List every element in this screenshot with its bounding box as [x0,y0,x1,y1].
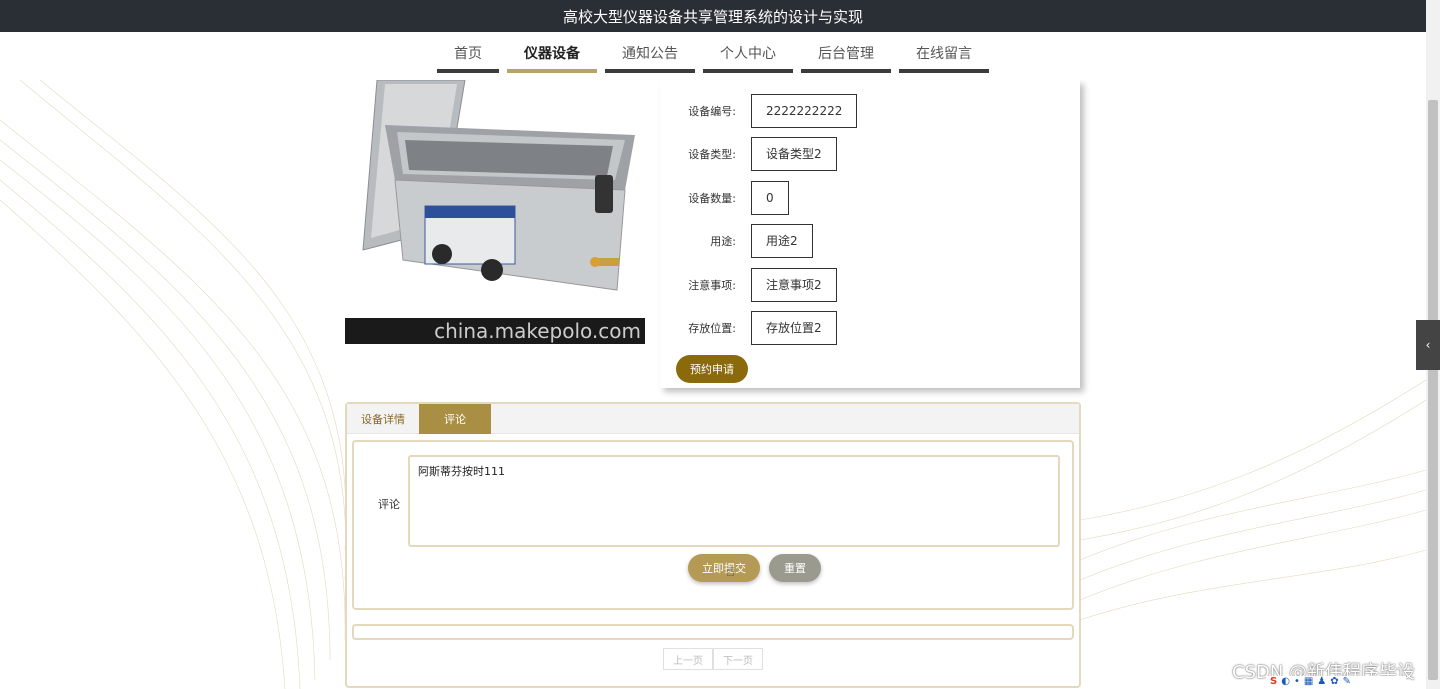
site-title: 高校大型仪器设备共享管理系统的设计与实现 [562,7,863,26]
ime-punct-icon: • [1293,676,1300,687]
scrollbar-thumb[interactable] [1428,100,1438,680]
detail-value-purpose: 用途2 [751,224,813,258]
ime-tools-icon: ✎ [1342,676,1352,687]
pagination: 上一页 下一页 [663,648,763,670]
comment-form: 评论 阿斯蒂芬按时111 立即提交 重置 ☝ [352,440,1074,610]
side-panel-toggle[interactable]: ‹ [1416,320,1440,370]
nav-item-messages[interactable]: 在线留言 [899,32,989,73]
detail-tabs-box: 设备详情 评论 评论 阿斯蒂芬按时111 立即提交 重置 ☝ 上一页 下一页 [345,402,1081,688]
ime-logo-icon: S [1270,676,1278,687]
reset-button[interactable]: 重置 [769,554,821,582]
detail-row-notes: 注意事项: 注意事项2 [660,268,837,302]
main-nav: 首页 仪器设备 通知公告 个人中心 后台管理 在线留言 [0,32,1426,80]
detail-row-quantity: 设备数量: 0 [660,181,789,215]
nav-item-equipment[interactable]: 仪器设备 [507,32,597,73]
ime-toolbar: S ◐ • ▦ ♟ ✿ ✎ [1266,676,1406,689]
tab-equipment-details[interactable]: 设备详情 [347,404,419,434]
detail-value-location: 存放位置2 [751,311,837,345]
detail-value-code: 2222222222 [751,94,858,128]
image-watermark: china.makepolo.com [345,318,645,344]
chevron-left-icon: ‹ [1425,338,1431,352]
comment-label: 评论 [378,498,400,511]
detail-label: 注意事项: [688,279,736,292]
detail-value-type: 设备类型2 [751,137,837,171]
nav-item-profile[interactable]: 个人中心 [703,32,793,73]
detail-value-quantity: 0 [751,181,789,215]
nav-item-notices[interactable]: 通知公告 [605,32,695,73]
detail-label: 设备类型: [688,148,736,161]
ime-skin-icon: ✿ [1330,676,1339,687]
detail-value-notes: 注意事项2 [751,268,837,302]
tab-header: 设备详情 评论 [347,404,1079,434]
tab-comments[interactable]: 评论 [419,404,491,434]
detail-row-location: 存放位置: 存放位置2 [660,311,837,345]
comment-list [352,624,1074,640]
product-image: china.makepolo.com [345,80,645,344]
ime-user-icon: ♟ [1317,676,1327,687]
site-title-bar: 高校大型仪器设备共享管理系统的设计与实现 [0,0,1426,32]
detail-label: 存放位置: [688,322,736,335]
detail-label: 设备编号: [688,105,736,118]
detail-label: 设备数量: [688,192,736,205]
hand-cursor-icon: ☝ [726,564,735,580]
ultrasonic-cleaner-illustration [345,80,645,320]
detail-label: 用途: [710,235,736,248]
nav-item-home[interactable]: 首页 [437,32,499,73]
detail-row-type: 设备类型: 设备类型2 [660,137,837,171]
reserve-button[interactable]: 预约申请 [676,355,748,383]
detail-row-purpose: 用途: 用途2 [660,224,813,258]
nav-item-admin[interactable]: 后台管理 [801,32,891,73]
equipment-details-panel: 设备编号: 2222222222 设备类型: 设备类型2 设备数量: 0 用途:… [660,80,1080,388]
detail-row-code: 设备编号: 2222222222 [660,94,858,128]
submit-button[interactable]: 立即提交 [688,554,760,582]
next-page-button[interactable]: 下一页 [713,648,763,670]
ime-mode-icon: ◐ [1281,676,1290,687]
prev-page-button[interactable]: 上一页 [663,648,713,670]
ime-keyboard-icon: ▦ [1303,676,1314,687]
comment-textarea[interactable]: 阿斯蒂芬按时111 [408,455,1060,547]
